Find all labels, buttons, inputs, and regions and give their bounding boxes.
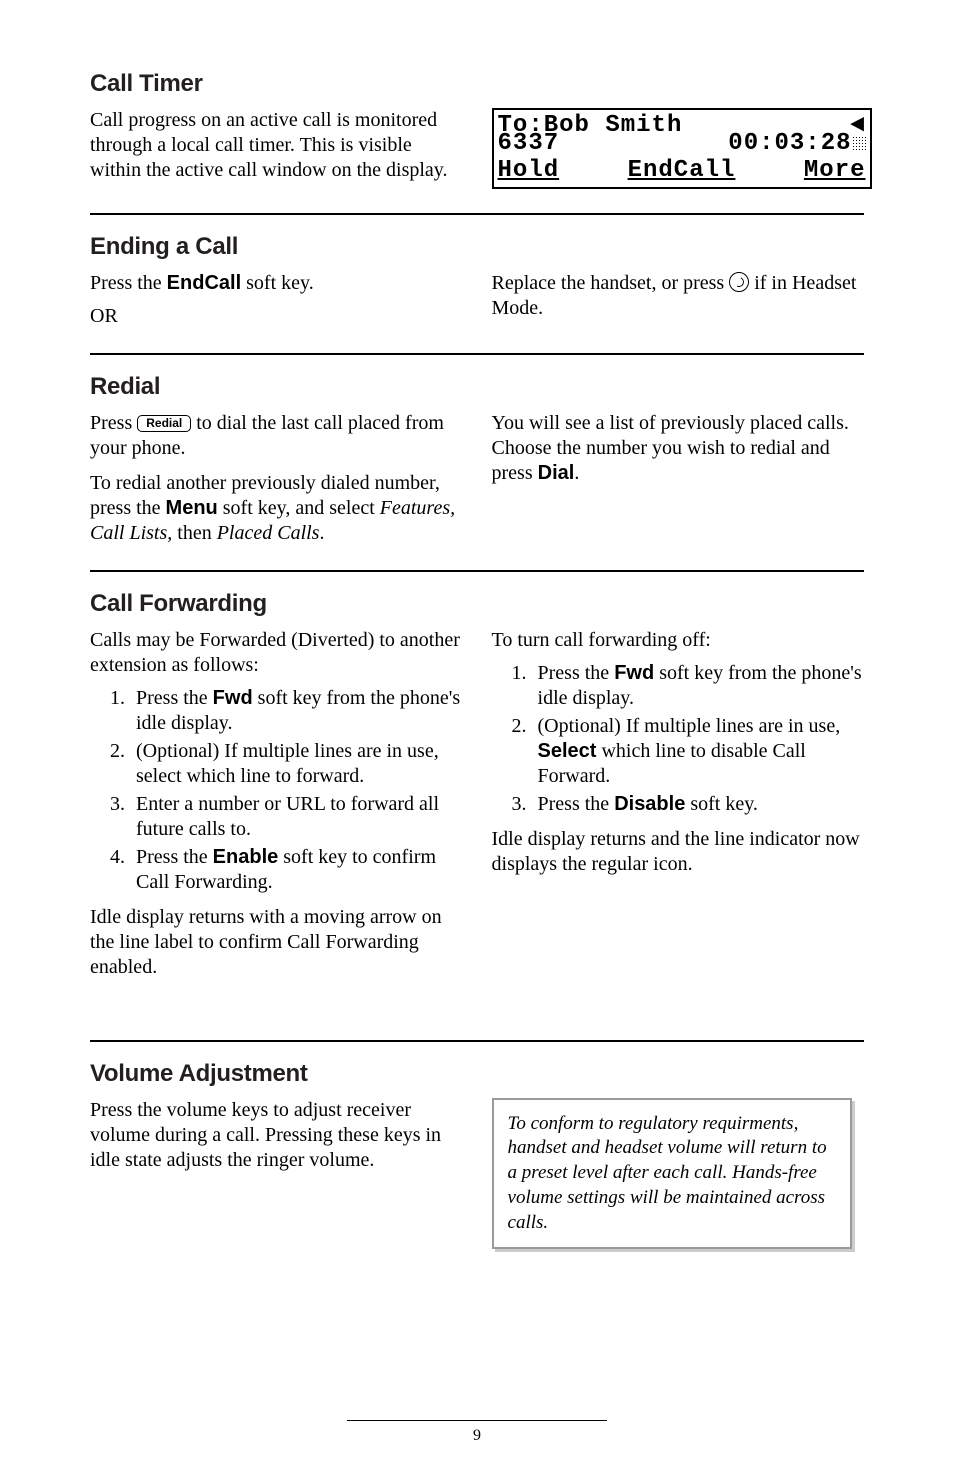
divider <box>90 213 864 215</box>
ending-call-press: Press the EndCall soft key. <box>90 271 462 296</box>
heading-call-timer: Call Timer <box>90 70 864 98</box>
text: soft key. <box>685 793 758 815</box>
call-fwd-on-after: Idle display returns with a moving arrow… <box>90 905 462 980</box>
volume-body: Press the volume keys to adjust receiver… <box>90 1098 462 1173</box>
redial-p1: Press Redial to dial the last call place… <box>90 411 462 461</box>
ending-call-or: OR <box>90 304 462 329</box>
ending-call-replace: Replace the handset, or press if in Head… <box>492 271 864 321</box>
list-item: Enter a number or URL to forward all fut… <box>130 792 462 842</box>
divider <box>90 1040 864 1042</box>
text: Replace the handset, or press <box>492 272 730 294</box>
text: Press the <box>538 793 615 815</box>
call-fwd-off-after: Idle display returns and the line indica… <box>492 827 864 877</box>
heading-call-forwarding: Call Forwarding <box>90 590 864 618</box>
list-item: Press the Disable soft key. <box>532 792 864 817</box>
text: Press the <box>136 687 213 709</box>
text: Press the <box>538 662 615 684</box>
text-italic: Placed Calls <box>217 522 320 544</box>
call-fwd-intro: Calls may be Forwarded (Diverted) to ano… <box>90 628 462 678</box>
fwd-softkey-label: Fwd <box>213 687 253 709</box>
heading-ending-call: Ending a Call <box>90 233 864 261</box>
call-fwd-off-list: Press the Fwd soft key from the phone's … <box>492 661 864 817</box>
heading-redial: Redial <box>90 373 864 401</box>
menu-softkey-label: Menu <box>166 497 218 519</box>
endcall-softkey-label: EndCall <box>167 272 241 294</box>
lcd-softkey-hold: Hold <box>498 157 560 185</box>
text: soft key. <box>241 272 314 294</box>
lcd-display: To:Bob Smith ◄ 6337 00:03:28 Hold EndCal… <box>492 108 872 189</box>
text: (Optional) If multiple lines are in use, <box>538 715 841 737</box>
text: . <box>319 522 324 544</box>
text: Press the <box>136 846 213 868</box>
list-item: (Optional) If multiple lines are in use,… <box>130 739 462 789</box>
call-fwd-on-list: Press the Fwd soft key from the phone's … <box>90 686 462 895</box>
regulatory-note: To conform to regulatory requirments, ha… <box>492 1098 852 1249</box>
redial-p2: To redial another previously dialed numb… <box>90 471 462 546</box>
divider <box>90 570 864 572</box>
select-softkey-label: Select <box>538 740 597 762</box>
fwd-softkey-label: Fwd <box>614 662 654 684</box>
text: Press <box>90 412 137 434</box>
list-item: Press the Fwd soft key from the phone's … <box>130 686 462 736</box>
dial-softkey-label: Dial <box>538 462 575 484</box>
heading-volume: Volume Adjustment <box>90 1060 864 1088</box>
lcd-softkey-more: More <box>804 157 866 185</box>
signal-icon <box>852 136 866 150</box>
text: Press the <box>90 272 167 294</box>
list-item: (Optional) If multiple lines are in use,… <box>532 714 864 789</box>
redial-key: Redial <box>137 415 191 432</box>
enable-softkey-label: Enable <box>213 846 279 868</box>
lcd-softkey-endcall: EndCall <box>628 157 736 185</box>
text: soft key, and select <box>218 497 380 519</box>
text: . <box>574 462 579 484</box>
divider <box>90 353 864 355</box>
redial-right: You will see a list of previously placed… <box>492 411 864 486</box>
headset-icon <box>729 272 749 292</box>
call-timer-body: Call progress on an active call is monit… <box>90 108 462 183</box>
call-fwd-off-intro: To turn call forwarding off: <box>492 628 864 653</box>
lcd-ext: 6337 <box>498 130 560 158</box>
disable-softkey-label: Disable <box>614 793 685 815</box>
list-item: Press the Enable soft key to confirm Cal… <box>130 845 462 895</box>
text: then <box>172 522 216 544</box>
page-number: 9 <box>0 1420 954 1445</box>
list-item: Press the Fwd soft key from the phone's … <box>532 661 864 711</box>
lcd-timer: 00:03:28 <box>728 130 851 157</box>
